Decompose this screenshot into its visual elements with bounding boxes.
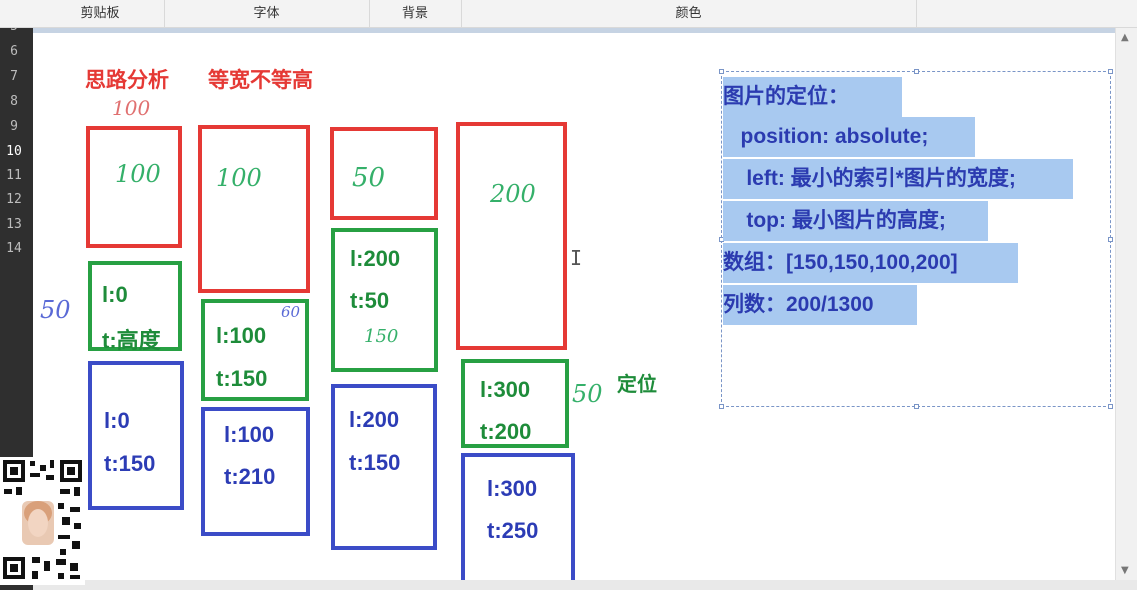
heading-equal-width: 等宽不等高 bbox=[208, 69, 313, 92]
canvas-top-border bbox=[33, 28, 1115, 33]
position-label: 定位 bbox=[617, 374, 657, 396]
blue-left-col1: l:0 bbox=[104, 408, 130, 433]
blue-left-col3: l:200 bbox=[349, 407, 400, 432]
ribbon-group-background[interactable]: 背景 bbox=[369, 0, 462, 27]
blue-left-col2: l:100 bbox=[224, 422, 275, 447]
green-top-col1: t:高度 bbox=[102, 328, 161, 353]
handwritten-note-red-col3: 50 bbox=[352, 163, 386, 193]
ribbon-spacer bbox=[916, 0, 1137, 27]
handwritten-note-green-col1: 50 bbox=[40, 296, 71, 324]
line-number: 9 bbox=[10, 119, 18, 134]
handwritten-note-green-col3: 150 bbox=[364, 326, 399, 347]
resize-handle-br[interactable] bbox=[1108, 404, 1113, 409]
green-left-col4: l:300 bbox=[480, 377, 531, 402]
line-number: 14 bbox=[6, 241, 22, 256]
ribbon-group-color[interactable]: 颜色 bbox=[461, 0, 917, 27]
line-number-current: 10 bbox=[6, 144, 22, 159]
blue-box-col1 bbox=[88, 361, 184, 510]
green-left-col3: l:200 bbox=[350, 246, 401, 271]
handwritten-note-green-col2: 60 bbox=[281, 303, 301, 321]
red-box-col4 bbox=[456, 122, 567, 350]
blue-left-col4: l:300 bbox=[487, 476, 538, 501]
green-left-col2: l:100 bbox=[216, 323, 267, 348]
ribbon-group-font[interactable]: 字体 bbox=[164, 0, 370, 27]
resize-handle-r[interactable] bbox=[1108, 237, 1113, 242]
textbox-line[interactable]: 列数：200/1300 bbox=[723, 285, 917, 325]
vertical-scrollbar[interactable]: ▲ ▼ bbox=[1115, 28, 1137, 580]
line-number: 11 bbox=[6, 168, 22, 183]
ribbon-group-clipboard[interactable]: 剪贴板 bbox=[36, 0, 165, 27]
line-number: 6 bbox=[10, 44, 18, 59]
blue-top-col2: t:210 bbox=[224, 464, 276, 489]
resize-handle-bl[interactable] bbox=[719, 404, 724, 409]
handwritten-note-green-col4: 50 bbox=[572, 380, 603, 408]
heading-analysis: 思路分析 bbox=[85, 69, 169, 92]
handwritten-note-red-col1: 100 bbox=[115, 160, 161, 188]
handwritten-note-red-col4: 200 bbox=[490, 180, 536, 208]
textbox-line[interactable]: left: 最小的索引*图片的宽度; bbox=[723, 159, 1073, 199]
green-top-col4: t:200 bbox=[480, 419, 532, 444]
textbox-line[interactable]: top: 最小图片的高度; bbox=[723, 201, 988, 241]
handwritten-note-red-col2: 100 bbox=[216, 164, 262, 192]
line-number: 12 bbox=[6, 192, 22, 207]
scroll-down-icon[interactable]: ▼ bbox=[1121, 565, 1129, 576]
textbox-line[interactable]: 数组：[150,150,100,200] bbox=[723, 243, 1018, 283]
blue-top-col4: t:250 bbox=[487, 518, 539, 543]
green-left-col1: l:0 bbox=[102, 282, 128, 307]
blue-top-col1: t:150 bbox=[104, 451, 156, 476]
qr-code-icon bbox=[0, 457, 85, 585]
textbox-line[interactable]: position: absolute; bbox=[723, 117, 975, 157]
textbox-line[interactable]: 图片的定位： bbox=[723, 77, 902, 117]
line-number: 8 bbox=[10, 94, 18, 109]
scroll-up-icon[interactable]: ▲ bbox=[1121, 32, 1129, 43]
ribbon-toolbar: 剪贴板 字体 背景 颜色 bbox=[0, 0, 1137, 28]
line-number: 7 bbox=[10, 69, 18, 84]
resize-handle-t[interactable] bbox=[914, 69, 919, 74]
blue-top-col3: t:150 bbox=[349, 450, 401, 475]
ibeam-cursor-icon: I bbox=[570, 246, 583, 270]
handwritten-note-top: 100 bbox=[112, 96, 151, 120]
red-box-col2 bbox=[198, 125, 310, 293]
green-top-col2: t:150 bbox=[216, 366, 268, 391]
green-top-col3: t:50 bbox=[350, 288, 390, 313]
resize-handle-tl[interactable] bbox=[719, 69, 724, 74]
horizontal-scrollbar[interactable] bbox=[33, 580, 1137, 590]
line-number: 13 bbox=[6, 217, 22, 232]
resize-handle-tr[interactable] bbox=[1108, 69, 1113, 74]
resize-handle-b[interactable] bbox=[914, 404, 919, 409]
